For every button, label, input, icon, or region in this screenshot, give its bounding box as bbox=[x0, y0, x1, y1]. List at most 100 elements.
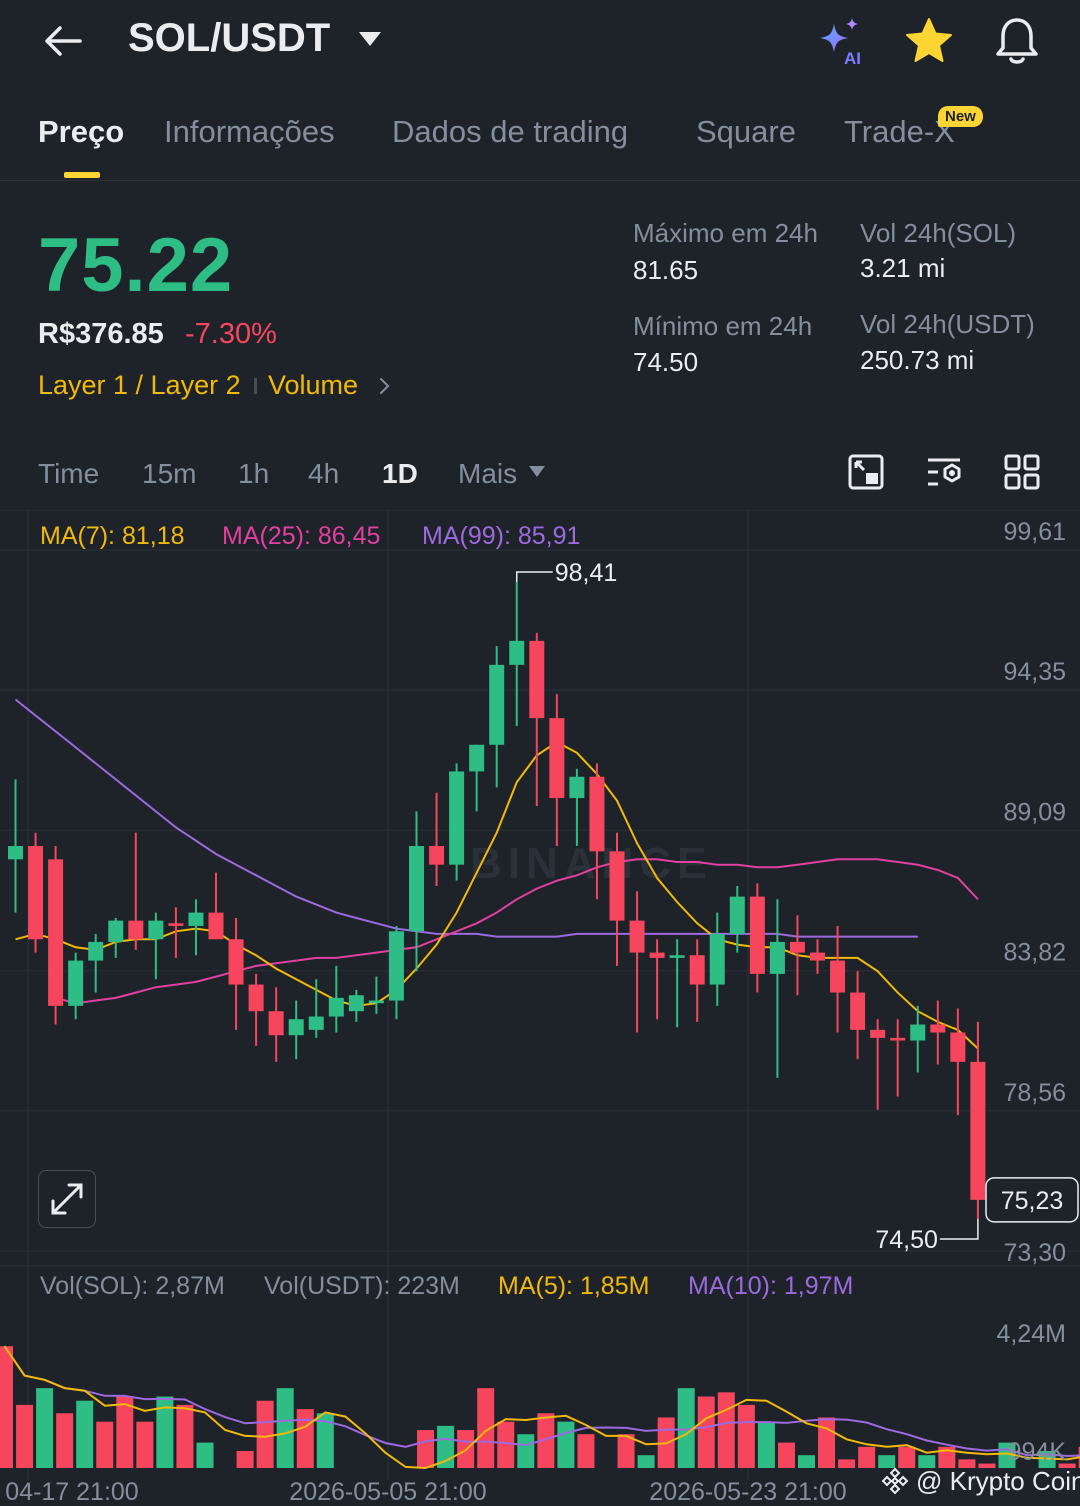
volume-bar bbox=[717, 1392, 735, 1468]
candle-body bbox=[449, 771, 465, 865]
candle-body bbox=[810, 952, 825, 961]
candle-body bbox=[870, 1029, 886, 1038]
candle-body bbox=[970, 1061, 986, 1200]
candle-body bbox=[208, 912, 224, 940]
candle-body bbox=[649, 952, 665, 958]
candle-body bbox=[529, 640, 545, 719]
volume-bar bbox=[56, 1413, 74, 1468]
binance-logo-icon bbox=[881, 1467, 909, 1495]
tab-dados-de-trading[interactable]: Dados de trading bbox=[392, 114, 628, 150]
time-axis-label: 2026-05-05 21:00 bbox=[289, 1478, 486, 1506]
grid-layout-icon[interactable] bbox=[1002, 452, 1042, 492]
price-axis-label: 83,82 bbox=[1003, 939, 1066, 967]
candle-body bbox=[890, 1037, 906, 1041]
volume-bar bbox=[737, 1404, 755, 1468]
candle-body bbox=[789, 941, 805, 953]
volume-bar bbox=[136, 1421, 154, 1468]
timeframe-15m[interactable]: 15m bbox=[142, 458, 196, 490]
volume-bar bbox=[757, 1421, 775, 1468]
volume-bar bbox=[296, 1409, 314, 1468]
chart-fullscreen-icon[interactable] bbox=[846, 452, 886, 492]
ai-sparkle-icon[interactable]: AI bbox=[816, 16, 868, 68]
ma7-legend: MA(7): 81,18 bbox=[40, 522, 185, 550]
chevron-down-icon[interactable] bbox=[358, 30, 382, 48]
volume-bar bbox=[0, 1346, 13, 1468]
expand-chart-button[interactable] bbox=[38, 1170, 96, 1228]
high-24h-value: 81.65 bbox=[633, 255, 699, 285]
candle-body bbox=[268, 1011, 284, 1036]
candle-body bbox=[388, 931, 404, 1001]
candle-body bbox=[950, 1032, 966, 1062]
candle-body bbox=[228, 939, 244, 985]
favorite-star-icon[interactable] bbox=[904, 16, 954, 66]
chevron-right-icon[interactable] bbox=[378, 376, 392, 396]
back-arrow-icon[interactable] bbox=[40, 18, 86, 64]
volume-bar bbox=[196, 1442, 214, 1468]
candle-body bbox=[669, 955, 685, 958]
candle-body bbox=[48, 859, 64, 1006]
candle-body bbox=[188, 912, 204, 926]
tag-separator bbox=[254, 378, 257, 394]
volume-bar bbox=[76, 1400, 94, 1468]
ai-label: AI bbox=[844, 49, 861, 68]
volume-bar bbox=[236, 1450, 254, 1468]
timeframe-4h[interactable]: 4h bbox=[308, 458, 339, 490]
timeframe-1d[interactable]: 1D bbox=[382, 458, 418, 490]
price-axis-label: 94,35 bbox=[1003, 658, 1066, 686]
timeframe-1h[interactable]: 1h bbox=[238, 458, 269, 490]
volume-bar bbox=[497, 1421, 515, 1468]
candle-body bbox=[489, 664, 505, 745]
low-marker-label: 74,50 bbox=[875, 1226, 938, 1254]
volume-bar bbox=[16, 1404, 34, 1468]
vol-base-value: 3.21 mi bbox=[860, 253, 946, 283]
header-bar: SOL/USDT AI bbox=[0, 0, 1080, 88]
candle-body bbox=[148, 920, 164, 940]
vol-base-legend: Vol(SOL): 2,87M bbox=[40, 1272, 225, 1300]
fiat-price: R$376.85 bbox=[38, 318, 164, 350]
candle-body bbox=[930, 1024, 946, 1033]
volume-bar bbox=[517, 1434, 535, 1468]
timeframe-more[interactable]: Mais bbox=[458, 458, 517, 490]
candle-body bbox=[248, 984, 264, 1012]
candle-body bbox=[850, 992, 866, 1030]
time-axis-label: 2026-05-23 21:00 bbox=[649, 1478, 846, 1506]
candle-body bbox=[348, 995, 364, 1012]
price-axis-label: 99,61 bbox=[1003, 518, 1066, 546]
candle-body bbox=[308, 1016, 324, 1030]
high-marker-label: 98,41 bbox=[555, 559, 618, 587]
tab-preco[interactable]: Preço bbox=[38, 114, 124, 150]
candle-body bbox=[469, 744, 485, 772]
timeframe-time[interactable]: Time bbox=[38, 458, 99, 490]
volume-bar bbox=[36, 1388, 54, 1468]
candle-body bbox=[769, 941, 785, 974]
volume-bar bbox=[256, 1400, 274, 1468]
low-marker-line bbox=[939, 1219, 979, 1240]
candle-body bbox=[128, 920, 144, 940]
category-tag-layer[interactable]: Layer 1 / Layer 2 bbox=[38, 370, 241, 401]
candle-body bbox=[288, 1019, 304, 1036]
chart-settings-icon[interactable] bbox=[924, 452, 964, 492]
volume-bar bbox=[176, 1404, 194, 1468]
tab-informacoes[interactable]: Informações bbox=[164, 114, 335, 150]
time-axis-label: 04-17 21:00 bbox=[5, 1478, 138, 1506]
low-24h-value: 74.50 bbox=[633, 347, 699, 377]
volume-bar bbox=[838, 1459, 856, 1468]
candle-body bbox=[429, 846, 445, 865]
tab-bar: Preço Informações Dados de trading Squar… bbox=[0, 100, 1080, 181]
tab-square[interactable]: Square bbox=[696, 114, 796, 150]
volume-bar bbox=[637, 1455, 655, 1468]
active-tab-indicator bbox=[64, 172, 100, 178]
candle-body bbox=[729, 896, 745, 934]
candlestick-chart[interactable]: BINANCE 99,6194,3589,0983,8278,5673,304,… bbox=[0, 510, 1080, 1506]
volume-bar bbox=[116, 1396, 134, 1468]
more-caret-icon[interactable] bbox=[528, 465, 546, 478]
pair-title[interactable]: SOL/USDT bbox=[128, 16, 330, 61]
notification-bell-icon[interactable] bbox=[990, 14, 1044, 68]
category-tag-volume[interactable]: Volume bbox=[268, 370, 358, 401]
high-24h-label: Máximo em 24h bbox=[633, 218, 818, 248]
vol-quote-label: Vol 24h(USDT) bbox=[860, 309, 1035, 339]
volume-bar bbox=[818, 1417, 836, 1468]
expand-arrows-icon bbox=[51, 1183, 83, 1215]
price-markers: 98,41 74,50 75,23 bbox=[516, 559, 1079, 1254]
candle-body bbox=[830, 960, 846, 993]
